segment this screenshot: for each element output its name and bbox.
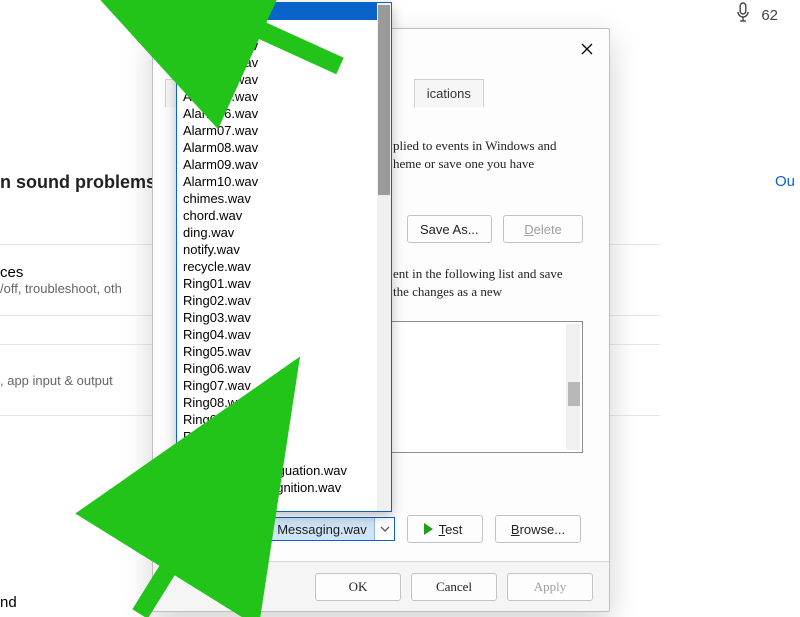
dropdown-item[interactable]: chimes.wav — [177, 190, 377, 207]
play-icon — [424, 523, 433, 535]
bg-row-devices-title: ces — [0, 264, 23, 281]
dropdown-item[interactable]: Ring05.wav — [177, 343, 377, 360]
dropdown-item[interactable]: Ring03.wav — [177, 309, 377, 326]
bg-heading-sound-problems: n sound problems — [0, 172, 156, 193]
dropdown-item[interactable]: Speech Misrecognition.wav — [177, 479, 377, 496]
dropdown-item[interactable]: Speech Disambiguation.wav — [177, 462, 377, 479]
test-label: Test — [439, 522, 463, 537]
dropdown-item[interactable]: Ring08.wav — [177, 394, 377, 411]
dropdown-item[interactable]: ringout.wav — [177, 445, 377, 462]
dropdown-item[interactable]: ding.wav — [177, 224, 377, 241]
tab-communications[interactable]: ications — [414, 79, 484, 107]
bg-output-link-fragment: Ou — [775, 173, 795, 190]
ok-button[interactable]: OK — [315, 573, 401, 601]
browse-button[interactable]: Browse... — [495, 515, 581, 543]
dropdown-item[interactable]: Speech Off.wav — [177, 496, 377, 511]
apply-button: Apply — [507, 573, 593, 601]
mic-icon — [735, 2, 751, 28]
dropdown-item[interactable]: Ring02.wav — [177, 292, 377, 309]
chevron-down-icon[interactable] — [374, 518, 394, 540]
dropdown-item[interactable]: Ring04.wav — [177, 326, 377, 343]
dropdown-item[interactable]: Alarm05.wav — [177, 88, 377, 105]
dropdown-item[interactable]: Ring07.wav — [177, 377, 377, 394]
delete-label: Delete — [524, 222, 562, 237]
sounds-combobox[interactable]: Windows Notify Messaging.wav — [177, 517, 395, 541]
bg-text-nd: nd — [0, 594, 17, 611]
events-scrollbar-thumb[interactable] — [568, 382, 580, 406]
dropdown-item[interactable]: Ring09.wav — [177, 411, 377, 428]
close-icon — [581, 43, 593, 55]
dropdown-item[interactable]: (None) — [177, 3, 377, 20]
cancel-button[interactable]: Cancel — [411, 573, 497, 601]
dropdown-item[interactable]: chord.wav — [177, 207, 377, 224]
sounds-combobox-value: Windows Notify Messaging.wav — [178, 518, 374, 540]
events-description: ent in the following list and save the c… — [393, 265, 581, 300]
dropdown-item[interactable]: Ring10.wav — [177, 428, 377, 445]
save-as-label: Save As... — [420, 222, 479, 237]
dropdown-item[interactable]: recycle.wav — [177, 258, 377, 275]
dropdown-item[interactable]: Ring06.wav — [177, 360, 377, 377]
dialog-button-row: OK Cancel Apply — [153, 561, 609, 611]
dropdown-item[interactable]: Alarm01. — [177, 20, 377, 37]
dropdown-item[interactable]: Alarm02.wav — [177, 37, 377, 54]
bg-row-mixer-sub: , app input & output — [0, 373, 113, 388]
scheme-description: plied to events in Windows and heme or s… — [393, 137, 581, 172]
dropdown-item[interactable]: Alarm09.wav — [177, 156, 377, 173]
sounds-dropdown-list[interactable]: (None)Alarm01.Alarm02.wavAlarm03.wavAlar… — [176, 2, 392, 512]
dropdown-item[interactable]: Alarm04.wav — [177, 71, 377, 88]
dropdown-scrollbar-track[interactable] — [377, 3, 391, 511]
dropdown-scrollbar-thumb[interactable] — [378, 5, 390, 195]
mic-volume-indicator: 62 — [735, 2, 778, 28]
mic-value: 62 — [761, 7, 778, 24]
dropdown-item[interactable]: Alarm03.wav — [177, 54, 377, 71]
dropdown-item[interactable]: notify.wav — [177, 241, 377, 258]
save-as-button[interactable]: Save As... — [407, 215, 492, 243]
dropdown-item[interactable]: Alarm07.wav — [177, 122, 377, 139]
dropdown-item[interactable]: Alarm10.wav — [177, 173, 377, 190]
bg-row-devices-sub: /off, troubleshoot, oth — [0, 281, 122, 296]
dropdown-item[interactable]: Alarm08.wav — [177, 139, 377, 156]
dropdown-item[interactable]: Ring01.wav — [177, 275, 377, 292]
test-button[interactable]: Test — [407, 515, 483, 543]
dropdown-item[interactable]: Alarm06.wav — [177, 105, 377, 122]
browse-label: Browse... — [511, 522, 565, 537]
close-button[interactable] — [571, 35, 603, 63]
delete-button: Delete — [503, 215, 583, 243]
